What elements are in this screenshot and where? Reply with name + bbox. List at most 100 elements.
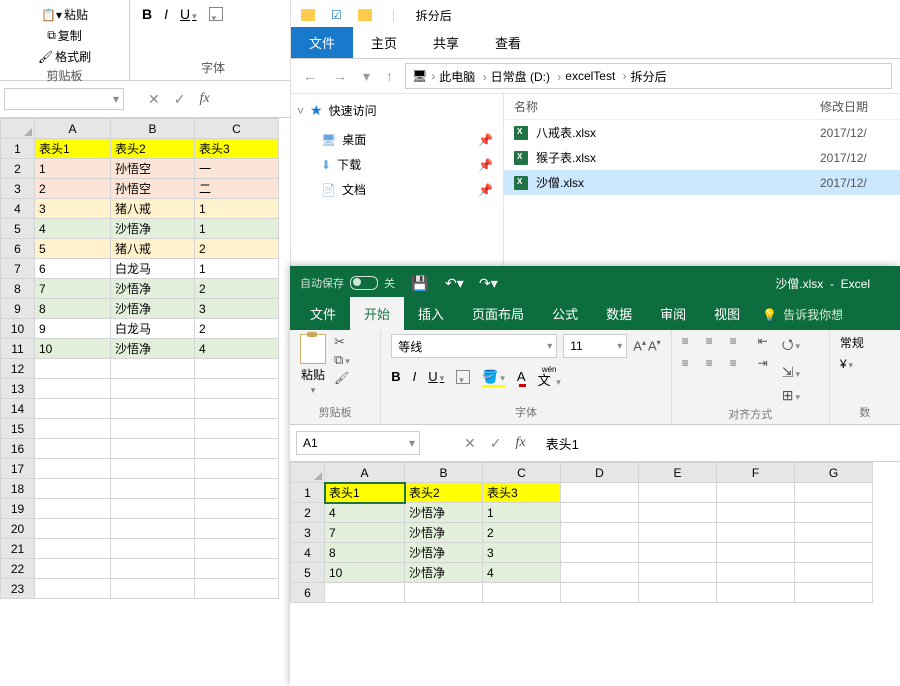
cell[interactable] xyxy=(195,459,279,479)
copy-icon[interactable]: ⧉ xyxy=(47,28,56,43)
cell[interactable] xyxy=(111,579,195,599)
cell[interactable] xyxy=(195,579,279,599)
tab-file[interactable]: 文件 xyxy=(291,27,353,58)
font-color-icon[interactable]: A xyxy=(517,369,526,384)
number-format-label[interactable]: 常规 xyxy=(840,334,890,351)
underline-button[interactable]: U xyxy=(180,6,197,22)
cell[interactable] xyxy=(111,559,195,579)
cell[interactable]: 白龙马 xyxy=(111,319,195,339)
cell[interactable] xyxy=(639,523,717,543)
col-header-rE[interactable]: E xyxy=(639,463,717,483)
nav-recent-icon[interactable]: ▾ xyxy=(359,68,374,85)
row-header[interactable]: 11 xyxy=(1,339,35,359)
paste-button[interactable]: 粘贴 ▾ xyxy=(300,334,326,396)
cell[interactable] xyxy=(111,519,195,539)
cell[interactable]: 表头3 xyxy=(483,483,561,503)
row-header[interactable]: 4 xyxy=(291,543,325,563)
file-item[interactable]: 八戒表.xlsx 2017/12/ xyxy=(504,120,900,145)
italic-button[interactable]: I xyxy=(164,6,168,22)
row-header[interactable]: 8 xyxy=(1,279,35,299)
align-left-icon[interactable]: ≡ xyxy=(682,356,700,374)
col-header-rG[interactable]: G xyxy=(795,463,873,483)
row-header[interactable]: 3 xyxy=(291,523,325,543)
tell-me[interactable]: 💡 告诉我你想 xyxy=(762,299,843,330)
cell[interactable] xyxy=(717,523,795,543)
border-button-r[interactable] xyxy=(456,370,470,384)
ribbon-tab[interactable]: 数据 xyxy=(592,297,646,330)
cell[interactable]: 8 xyxy=(325,543,405,563)
cell[interactable]: 沙悟净 xyxy=(111,279,195,299)
row-header[interactable]: 5 xyxy=(1,219,35,239)
cell[interactable] xyxy=(195,399,279,419)
cell[interactable] xyxy=(639,583,717,603)
cell[interactable] xyxy=(35,379,111,399)
cell[interactable] xyxy=(111,459,195,479)
row-header[interactable]: 7 xyxy=(1,259,35,279)
row-header[interactable]: 16 xyxy=(1,439,35,459)
cell[interactable] xyxy=(195,359,279,379)
breadcrumb[interactable]: 🖥 › 此电脑 日常盘 (D:) excelTest 拆分后 xyxy=(405,63,892,89)
cell[interactable]: 1 xyxy=(483,503,561,523)
cell[interactable] xyxy=(195,439,279,459)
pin-icon[interactable]: 📌 xyxy=(478,183,493,197)
row-header[interactable]: 15 xyxy=(1,419,35,439)
cell[interactable]: 沙悟净 xyxy=(111,339,195,359)
row-header[interactable]: 2 xyxy=(291,503,325,523)
cell[interactable] xyxy=(717,563,795,583)
cell[interactable]: 1 xyxy=(195,259,279,279)
row-header[interactable]: 18 xyxy=(1,479,35,499)
bold-button-r[interactable]: B xyxy=(391,369,400,384)
phonetic-icon[interactable]: wén文 xyxy=(538,366,561,387)
align-top-icon[interactable]: ≡ xyxy=(682,334,700,352)
align-middle-icon[interactable]: ≡ xyxy=(706,334,724,352)
cell[interactable] xyxy=(195,419,279,439)
cell[interactable] xyxy=(561,483,639,503)
tab-share[interactable]: 共享 xyxy=(415,27,477,58)
align-buttons[interactable]: ≡ ≡ ≡ ≡ ≡ ≡ xyxy=(682,334,748,404)
row-header[interactable]: 9 xyxy=(1,299,35,319)
orientation-icon[interactable]: ⭯ xyxy=(782,334,800,358)
cell[interactable]: 9 xyxy=(35,319,111,339)
cell[interactable]: 孙悟空 xyxy=(111,179,195,199)
brush-icon[interactable]: 🖌 xyxy=(38,50,53,64)
file-item[interactable]: 沙僧.xlsx 2017/12/ xyxy=(504,170,900,195)
paste-label[interactable]: 粘贴 xyxy=(64,6,88,23)
cell[interactable] xyxy=(35,559,111,579)
cell[interactable] xyxy=(35,399,111,419)
nav-up-icon[interactable]: ↑ xyxy=(382,68,397,84)
bold-button[interactable]: B xyxy=(142,6,152,22)
cell[interactable]: 表头2 xyxy=(111,139,195,159)
row-header[interactable]: 12 xyxy=(1,359,35,379)
align-bottom-icon[interactable]: ≡ xyxy=(730,334,748,352)
cell[interactable]: 沙悟净 xyxy=(111,219,195,239)
increase-font-icon[interactable]: A▴ xyxy=(633,338,646,353)
sidebar-item-quickaccess[interactable]: 🖥桌面📌 xyxy=(297,127,497,152)
pin-icon[interactable]: 📌 xyxy=(478,133,493,147)
decrease-font-icon[interactable]: A▾ xyxy=(648,338,661,353)
name-box-left[interactable] xyxy=(4,88,124,110)
cell[interactable] xyxy=(561,503,639,523)
cell[interactable]: 10 xyxy=(35,339,111,359)
merge-icon[interactable]: ⊞ xyxy=(782,387,800,404)
cell[interactable]: 1 xyxy=(35,159,111,179)
qat-checkbox-icon[interactable]: ☑ xyxy=(331,8,342,22)
cell[interactable] xyxy=(35,539,111,559)
sidebar-item-quickaccess[interactable]: 📄文档📌 xyxy=(297,177,497,202)
fill-color-icon[interactable]: 🪣 xyxy=(482,369,505,385)
cell[interactable]: 1 xyxy=(195,199,279,219)
cell[interactable] xyxy=(35,439,111,459)
cell[interactable] xyxy=(717,483,795,503)
row-header[interactable]: 1 xyxy=(291,483,325,503)
row-header[interactable]: 2 xyxy=(1,159,35,179)
row-header[interactable]: 6 xyxy=(291,583,325,603)
col-header-rC[interactable]: C xyxy=(483,463,561,483)
cell[interactable]: 3 xyxy=(195,299,279,319)
copy-icon[interactable] xyxy=(334,352,350,368)
fx-icon[interactable]: fx xyxy=(199,91,209,107)
font-size-select[interactable]: 11 xyxy=(563,334,627,358)
cell[interactable]: 2 xyxy=(35,179,111,199)
col-header-rB[interactable]: B xyxy=(405,463,483,483)
cell[interactable]: 2 xyxy=(195,319,279,339)
name-box-right[interactable]: A1 xyxy=(296,431,420,455)
cell[interactable]: 表头3 xyxy=(195,139,279,159)
